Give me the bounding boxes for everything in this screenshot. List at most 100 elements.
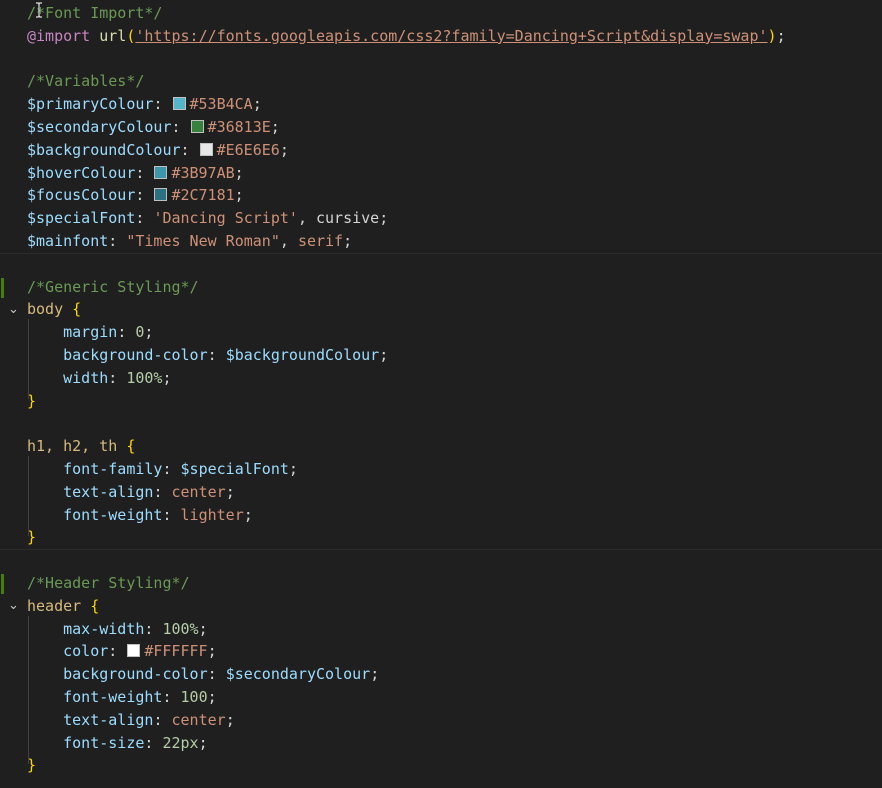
code-line[interactable]: $mainfont: "Times New Roman", serif; [0,230,882,253]
code-token: : [135,209,154,228]
code-line[interactable]: } [0,754,882,777]
code-line[interactable]: $focusColour: #2C7181; [0,184,882,207]
code-line-content: font-family: $specialFont; [27,458,298,481]
code-token: 22px [162,733,199,752]
code-line-content: $secondaryColour: #36813E; [27,116,280,139]
code-line[interactable]: width: 100%; [0,367,882,390]
chevron-down-icon[interactable]: ⌄ [8,595,19,618]
code-line-content: h1, h2, th { [27,435,135,458]
code-line[interactable]: font-weight: lighter; [0,504,882,527]
color-swatch[interactable] [154,165,168,179]
code-token: $hoverColour [27,163,136,182]
code-line-content: /*Variables*/ [27,70,144,93]
code-line[interactable]: $primaryColour: #53B4CA; [0,93,882,116]
code-line[interactable]: $specialFont: 'Dancing Script', cursive; [0,207,882,230]
code-line[interactable]: color: #FFFFFF; [0,640,882,663]
code-token: "Times New Roman" [126,232,280,250]
code-token: : [162,505,181,524]
code-line[interactable]: background-color: $secondaryColour; [0,663,882,686]
code-line-content: /*Font Import*/ [27,2,162,25]
code-token: header [27,596,82,615]
code-line[interactable]: font-size: 22px; [0,732,882,755]
color-swatch[interactable] [190,120,204,133]
code-token: ; [343,232,353,250]
code-line-content: margin: 0; [27,321,153,344]
color-swatch[interactable] [154,188,168,202]
code-line[interactable]: } [0,526,882,549]
code-line-content: $focusColour: #2C7181; [27,184,244,207]
code-line[interactable]: } [0,390,882,413]
code-token: #36813E [207,118,271,136]
code-line[interactable]: h1, h2, th { [0,435,882,458]
code-token: body [27,300,64,319]
code-token: #FFFFFF [144,642,208,661]
color-swatch[interactable] [127,644,141,658]
code-token: : [153,710,172,729]
code-line[interactable]: font-weight: 100; [0,686,882,709]
code-line-content: $mainfont: "Times New Roman", serif; [27,230,352,253]
text-cursor-icon [36,2,42,18]
color-swatch[interactable] [199,142,213,156]
code-token: ) [767,26,777,45]
code-line-content: max-width: 100%; [27,618,208,641]
code-line[interactable]: $secondaryColour: #36813E; [0,116,882,139]
color-swatch[interactable] [172,97,186,111]
code-token: $specialFont [27,209,136,228]
code-token: ; [288,460,298,478]
chevron-down-icon[interactable]: ⌄ [8,299,19,322]
code-line[interactable] [0,412,882,435]
code-line[interactable]: header { [0,595,882,618]
code-token: $secondaryColour [27,118,172,136]
code-token: ; [234,163,244,182]
code-token: ; [370,665,380,684]
code-token: /*Header Styling*/ [27,574,190,592]
code-line[interactable]: $backgroundColour: #E6E6E6; [0,139,882,162]
code-token: ; [207,688,217,706]
code-token: ; [198,733,208,752]
code-line[interactable]: font-family: $specialFont; [0,458,882,481]
code-line[interactable]: margin: 0; [0,321,882,344]
code-line-content: font-weight: lighter; [27,504,253,527]
code-line[interactable] [0,252,882,276]
code-line[interactable]: text-align: center; [0,709,882,732]
code-token: ; [243,505,253,524]
indent-guide [28,456,29,536]
code-token: @import [27,26,91,45]
code-token: 100% [126,368,163,387]
code-token: #53B4CA [189,95,253,114]
code-line[interactable]: /*Header Styling*/ [0,572,882,595]
code-line[interactable]: text-align: center; [0,481,882,504]
code-line-content: /*Generic Styling*/ [27,276,199,299]
code-line[interactable]: /*Generic Styling*/ [0,276,882,299]
code-line[interactable] [0,549,882,572]
code-line[interactable]: body { [0,298,882,321]
code-token: ; [207,642,217,661]
code-line[interactable]: $hoverColour: #3B97AB; [0,162,882,185]
code-editor[interactable]: /*Font Import*/ @import url('https://font… [0,0,882,788]
code-line[interactable]: /*Variables*/ [0,70,882,93]
code-line[interactable]: max-width: 100%; [0,618,882,641]
code-token: font-family [63,460,163,478]
code-line-content: background-color: $secondaryColour; [27,663,379,686]
code-token: ; [234,186,244,205]
indent-guide [28,616,29,764]
code-line-content: $backgroundColour: #E6E6E6; [27,139,289,162]
code-token: /*Font Import*/ [27,4,163,22]
code-line-content: background-color: $backgroundColour; [27,344,388,367]
code-token: ; [144,323,154,342]
code-line[interactable]: @import url('https://fonts.googleapis.co… [0,25,882,48]
code-line[interactable]: background-color: $backgroundColour; [0,344,882,367]
code-line[interactable]: /*Font Import*/ [0,2,882,25]
code-token: : [108,232,127,250]
code-token: , cursive; [297,209,389,228]
code-token: width [63,368,109,387]
code-line[interactable] [0,48,882,71]
code-token: $backgroundColour [225,346,380,364]
